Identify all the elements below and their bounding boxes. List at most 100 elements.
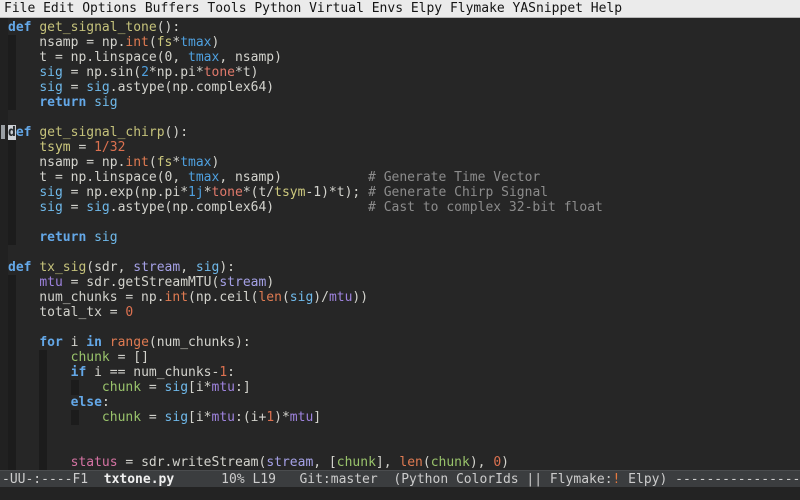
code-line: status = sdr.writeStream(stream, [chunk]… — [8, 455, 800, 470]
menu-item-help[interactable]: Help — [591, 0, 622, 18]
flymake-fringe-indicator — [1, 125, 5, 139]
code-token: else — [70, 395, 102, 410]
editor-area[interactable]: def get_signal_tone(): nsamp = np.int(fs… — [0, 18, 800, 470]
menu-item-edit[interactable]: Edit — [43, 0, 74, 18]
menu-item-yasnippet[interactable]: YASnippet — [513, 0, 583, 18]
code-token: = sdr.writeStream( — [117, 455, 267, 470]
menu-item-options[interactable]: Options — [82, 0, 137, 18]
code-token: get_signal_tone — [39, 20, 157, 35]
code-token: = sdr.getStreamMTU( — [62, 275, 220, 290]
code-token: def — [8, 260, 32, 275]
code-token: (sdr, — [86, 260, 134, 275]
code-token: num_chunks = np. — [8, 290, 165, 305]
code-token: int — [164, 290, 189, 305]
code-token: sig — [94, 95, 118, 110]
menu-item-elpy[interactable]: Elpy — [411, 0, 442, 18]
code-token: sig — [94, 230, 118, 245]
code-token: .astype(np.complex64) — [109, 80, 275, 95]
indent-guide — [39, 425, 48, 440]
buffer-name[interactable]: txtone.py — [104, 472, 174, 487]
code-token: sig — [39, 185, 63, 200]
code-token: : — [227, 365, 235, 380]
code-token: 1/32 — [94, 140, 126, 155]
code-token: ( — [422, 455, 431, 470]
code-line: nsamp = np.int(fs*tmax) — [8, 155, 800, 170]
code-token: sig — [39, 65, 63, 80]
minor-modes[interactable]: (Python ColorIds || Flymake: — [378, 472, 612, 487]
code-token: tmax — [188, 50, 220, 65]
code-token: ] — [313, 410, 322, 425]
code-token: chunk — [70, 350, 110, 365]
code-token: *t) — [235, 65, 259, 80]
code-token: [i* — [188, 380, 212, 395]
code-token: t = np.linspace(0, — [8, 170, 189, 185]
code-token: ) — [501, 455, 509, 470]
code-line: nsamp = np.int(fs*tmax) — [8, 35, 800, 50]
code-token: 1 — [266, 410, 275, 425]
code-token: (): — [164, 125, 189, 140]
echo-area[interactable] — [0, 487, 800, 500]
minor-modes-cont[interactable]: Elpy) — [620, 472, 675, 487]
code-line: def get_signal_tone(): — [8, 20, 800, 35]
code-token: get_signal_chirp — [39, 125, 165, 140]
code-token: (num_chunks): — [148, 335, 251, 350]
code-token: mtu — [328, 290, 353, 305]
code-token: total_tx = — [8, 305, 126, 320]
code-token: * — [203, 185, 212, 200]
code-line: sig = sig.astype(np.complex64) — [8, 80, 800, 95]
vc-branch[interactable]: Git:master — [299, 472, 377, 487]
code-token: sig — [195, 260, 220, 275]
code-token: -1)*t); — [305, 185, 369, 200]
code-token: chunk — [101, 380, 142, 395]
code-line — [8, 425, 800, 440]
code-token: = — [62, 200, 87, 215]
code-token: sig — [86, 80, 110, 95]
code-token: tone — [203, 65, 236, 80]
code-token: , nsamp) — [219, 50, 282, 65]
code-token: (np.ceil( — [188, 290, 259, 305]
code-token: mtu — [211, 410, 235, 425]
menu-item-tools[interactable]: Tools — [207, 0, 246, 18]
code-buffer: def get_signal_tone(): nsamp = np.int(fs… — [8, 18, 800, 470]
indent-guide — [8, 320, 16, 335]
code-token: tsym — [39, 140, 71, 155]
code-token: fs — [156, 155, 173, 170]
menu-item-buffers[interactable]: Buffers — [145, 0, 200, 18]
code-token: (): — [156, 20, 181, 35]
code-token: sig — [164, 410, 189, 425]
menu-item-virtual-envs[interactable]: Virtual Envs — [309, 0, 403, 18]
code-token: [i* — [188, 410, 212, 425]
code-token: status — [70, 455, 118, 470]
code-token: # Cast to complex 32-bit float — [368, 200, 603, 215]
code-token: sig — [86, 200, 110, 215]
code-token: 0 — [493, 455, 502, 470]
menu-item-python[interactable]: Python — [254, 0, 301, 18]
code-token: ), — [469, 455, 494, 470]
code-token: chunk — [430, 455, 470, 470]
code-token: tx_sig — [39, 260, 87, 275]
menu-item-file[interactable]: File — [4, 0, 35, 18]
code-token: ( — [148, 155, 157, 170]
code-token: chunk — [101, 410, 142, 425]
code-token: stream — [133, 260, 181, 275]
code-token: = — [141, 380, 165, 395]
code-token: # Generate Chirp Signal — [368, 185, 549, 200]
code-token: in — [86, 335, 102, 350]
menu-item-flymake[interactable]: Flymake — [450, 0, 505, 18]
code-line: sig = sig.astype(np.complex64) # Cast to… — [8, 200, 800, 215]
code-token: tone — [211, 185, 243, 200]
code-token: :] — [235, 380, 251, 395]
code-token: = np.sin( — [62, 65, 142, 80]
code-token: def — [8, 20, 32, 35]
code-token: nsamp = np. — [8, 35, 126, 50]
code-line: else: — [8, 395, 800, 410]
code-token: nsamp = np. — [8, 155, 126, 170]
